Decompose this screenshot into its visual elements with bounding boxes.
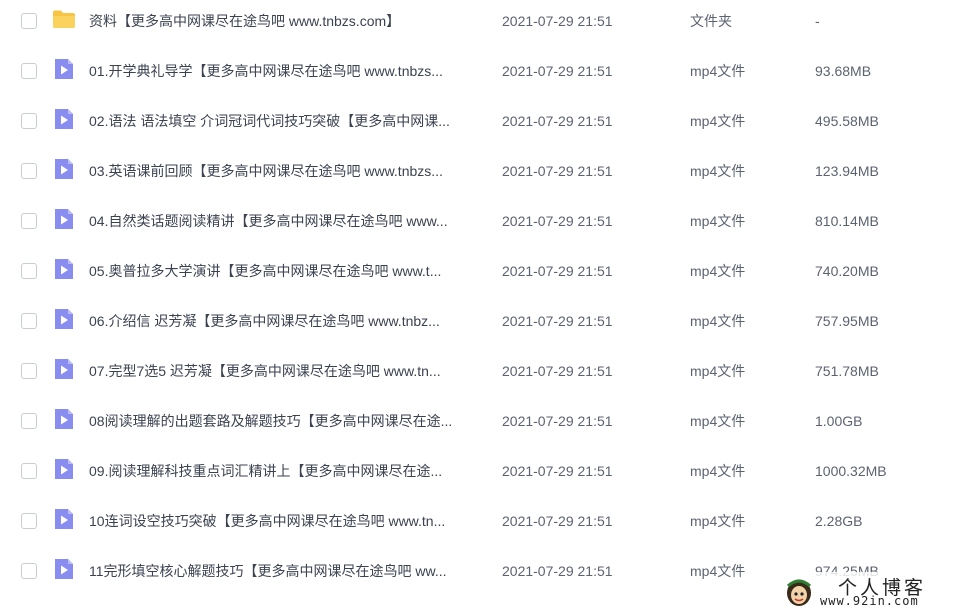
file-size: 1000.32MB <box>815 463 887 479</box>
file-name[interactable]: 01.开学典礼导学【更多高中网课尽在途鸟吧 www.tnbzs... <box>89 62 484 80</box>
video-file-icon <box>52 157 76 181</box>
file-name[interactable]: 07.完型7选5 迟芳凝【更多高中网课尽在途鸟吧 www.tn... <box>89 362 484 380</box>
file-type: mp4文件 <box>690 513 746 529</box>
file-row[interactable]: 08阅读理解的出题套路及解题技巧【更多高中网课尽在途... 2021-07-29 … <box>0 402 970 452</box>
row-checkbox[interactable] <box>21 363 37 379</box>
row-checkbox[interactable] <box>21 213 37 229</box>
video-file-icon <box>52 307 76 331</box>
modified-date: 2021-07-29 21:51 <box>502 513 613 529</box>
file-type: mp4文件 <box>690 163 746 179</box>
file-size: 740.20MB <box>815 263 879 279</box>
modified-date: 2021-07-29 21:51 <box>502 113 613 129</box>
file-name[interactable]: 03.英语课前回顾【更多高中网课尽在途鸟吧 www.tnbzs... <box>89 162 484 180</box>
row-checkbox[interactable] <box>21 263 37 279</box>
file-name[interactable]: 06.介绍信 迟芳凝【更多高中网课尽在途鸟吧 www.tnbz... <box>89 312 484 330</box>
file-size: 93.68MB <box>815 63 872 79</box>
file-row[interactable]: 09.阅读理解科技重点词汇精讲上【更多高中网课尽在途... 2021-07-29 … <box>0 452 970 502</box>
modified-date: 2021-07-29 21:51 <box>502 63 613 79</box>
file-row[interactable]: 07.完型7选5 迟芳凝【更多高中网课尽在途鸟吧 www.tn... 2021-0… <box>0 352 970 402</box>
file-type: mp4文件 <box>690 563 746 579</box>
row-checkbox[interactable] <box>21 163 37 179</box>
row-checkbox[interactable] <box>21 313 37 329</box>
file-row[interactable]: 02.语法 语法填空 介词冠词代词技巧突破【更多高中网课... 2021-07-2… <box>0 102 970 152</box>
file-name[interactable]: 02.语法 语法填空 介词冠词代词技巧突破【更多高中网课... <box>89 112 484 130</box>
file-size: 123.94MB <box>815 163 879 179</box>
file-type: mp4文件 <box>690 263 746 279</box>
file-size: 2.28GB <box>815 513 863 529</box>
file-size: 495.58MB <box>815 113 879 129</box>
modified-date: 2021-07-29 21:51 <box>502 313 613 329</box>
video-file-icon <box>52 207 76 231</box>
file-row[interactable]: 03.英语课前回顾【更多高中网课尽在途鸟吧 www.tnbzs... 2021-0… <box>0 152 970 202</box>
file-size: - <box>815 13 820 29</box>
video-file-icon <box>52 407 76 431</box>
row-checkbox[interactable] <box>21 513 37 529</box>
file-name[interactable]: 08阅读理解的出题套路及解题技巧【更多高中网课尽在途... <box>89 412 484 430</box>
modified-date: 2021-07-29 21:51 <box>502 163 613 179</box>
file-row[interactable]: 资料【更多高中网课尽在途鸟吧 www.tnbzs.com】 2021-07-29 … <box>0 2 970 52</box>
file-type: mp4文件 <box>690 63 746 79</box>
file-name[interactable]: 04.自然类话题阅读精讲【更多高中网课尽在途鸟吧 www... <box>89 212 484 230</box>
folder-icon <box>52 7 76 31</box>
file-type: mp4文件 <box>690 413 746 429</box>
modified-date: 2021-07-29 21:51 <box>502 413 613 429</box>
file-name[interactable]: 11完形填空核心解题技巧【更多高中网课尽在途鸟吧 ww... <box>89 562 484 580</box>
video-file-icon <box>52 557 76 581</box>
file-name[interactable]: 05.奥普拉多大学演讲【更多高中网课尽在途鸟吧 www.t... <box>89 262 484 280</box>
file-name[interactable]: 10连词设空技巧突破【更多高中网课尽在途鸟吧 www.tn... <box>89 512 484 530</box>
video-file-icon <box>52 507 76 531</box>
file-size: 1.00GB <box>815 413 863 429</box>
blog-watermark: 个人博客 www.92in.com <box>780 572 970 613</box>
video-file-icon <box>52 107 76 131</box>
file-size: 751.78MB <box>815 363 879 379</box>
file-row[interactable]: 05.奥普拉多大学演讲【更多高中网课尽在途鸟吧 www.t... 2021-07-… <box>0 252 970 302</box>
mascot-icon <box>784 576 814 613</box>
row-checkbox[interactable] <box>21 413 37 429</box>
video-file-icon <box>52 457 76 481</box>
file-size: 810.14MB <box>815 213 879 229</box>
file-size: 757.95MB <box>815 313 879 329</box>
file-row[interactable]: 06.介绍信 迟芳凝【更多高中网课尽在途鸟吧 www.tnbz... 2021-0… <box>0 302 970 352</box>
file-type: 文件夹 <box>690 13 732 29</box>
file-name[interactable]: 资料【更多高中网课尽在途鸟吧 www.tnbzs.com】 <box>89 12 484 30</box>
file-name[interactable]: 09.阅读理解科技重点词汇精讲上【更多高中网课尽在途... <box>89 462 484 480</box>
modified-date: 2021-07-29 21:51 <box>502 13 613 29</box>
row-checkbox[interactable] <box>21 463 37 479</box>
file-type: mp4文件 <box>690 363 746 379</box>
row-checkbox[interactable] <box>21 113 37 129</box>
video-file-icon <box>52 357 76 381</box>
file-row[interactable]: 10连词设空技巧突破【更多高中网课尽在途鸟吧 www.tn... 2021-07-… <box>0 502 970 552</box>
video-file-icon <box>52 57 76 81</box>
modified-date: 2021-07-29 21:51 <box>502 363 613 379</box>
modified-date: 2021-07-29 21:51 <box>502 463 613 479</box>
row-checkbox[interactable] <box>21 13 37 29</box>
watermark-url: www.92in.com <box>820 594 919 608</box>
file-type: mp4文件 <box>690 463 746 479</box>
modified-date: 2021-07-29 21:51 <box>502 213 613 229</box>
file-type: mp4文件 <box>690 113 746 129</box>
file-row[interactable]: 04.自然类话题阅读精讲【更多高中网课尽在途鸟吧 www... 2021-07-2… <box>0 202 970 252</box>
row-checkbox[interactable] <box>21 563 37 579</box>
modified-date: 2021-07-29 21:51 <box>502 263 613 279</box>
file-row[interactable]: 01.开学典礼导学【更多高中网课尽在途鸟吧 www.tnbzs... 2021-0… <box>0 52 970 102</box>
modified-date: 2021-07-29 21:51 <box>502 563 613 579</box>
video-file-icon <box>52 257 76 281</box>
file-type: mp4文件 <box>690 213 746 229</box>
file-type: mp4文件 <box>690 313 746 329</box>
row-checkbox[interactable] <box>21 63 37 79</box>
